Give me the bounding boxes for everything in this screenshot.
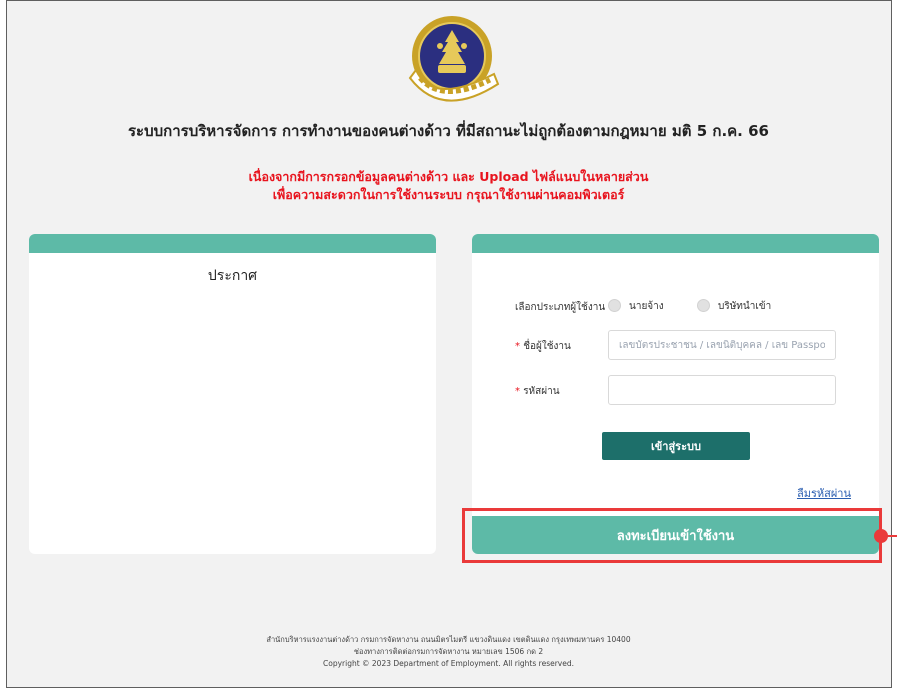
username-label: * ชื่อผู้ใช้งาน [515,339,571,354]
required-mark: * [515,341,520,352]
forgot-password-link[interactable]: ลืมรหัสผ่าน [797,484,851,502]
announcement-panel: ประกาศ [29,234,436,554]
register-button[interactable]: ลงทะเบียนเข้าใช้งาน [472,516,879,554]
login-panel-header [472,234,879,253]
radio-employer[interactable] [608,299,621,312]
footer-address: สำนักบริหารแรงงานต่างด้าว กรมการจัดหางาน… [266,635,631,644]
user-type-label: เลือกประเภทผู้ใช้งาน [515,302,606,313]
footer-contact: ช่องทางการติดต่อกรมการจัดหางาน หมายเลข 1… [353,647,544,656]
system-title: ระบบการบริหารจัดการ การทำงานของคนต่างด้า… [128,122,769,140]
footer-copyright: Copyright © 2023 Department of Employmen… [323,659,574,668]
footer: สำนักบริหารแรงงานต่างด้าว กรมการจัดหางาน… [0,634,897,670]
login-panel: เลือกประเภทผู้ใช้งาน นายจ้าง บริษัทนำเข้… [472,234,879,554]
radio-import-company[interactable] [697,299,710,312]
username-input[interactable] [608,330,836,360]
notice-line-2: เพื่อความสะดวกในการใช้งานระบบ กรุณาใช้งา… [272,187,625,202]
department-seal-icon [408,16,500,102]
notice-line-1: เนื่องจากมีการกรอกข้อมูลคนต่างด้าว และ U… [248,169,649,184]
computer-use-notice: เนื่องจากมีการกรอกข้อมูลคนต่างด้าว และ U… [0,168,897,204]
highlight-pointer-line [886,535,897,537]
announcement-title: ประกาศ [207,268,258,284]
password-label: * รหัสผ่าน [515,384,560,399]
password-label-text: รหัสผ่าน [523,386,560,397]
radio-import-company-label[interactable]: บริษัทนำเข้า [718,299,771,314]
username-label-text: ชื่อผู้ใช้งาน [523,341,571,352]
password-input[interactable] [608,375,836,405]
radio-employer-label[interactable]: นายจ้าง [629,299,664,314]
announcement-panel-header [29,234,436,253]
login-button[interactable]: เข้าสู่ระบบ [602,432,750,460]
required-mark: * [515,386,520,397]
